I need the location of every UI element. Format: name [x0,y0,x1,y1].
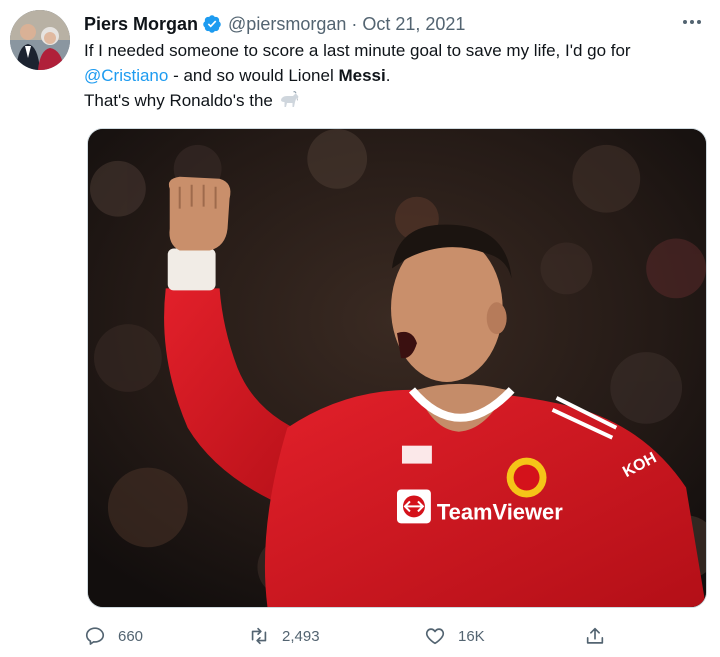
tweet-line-2-mid: - and so would Lionel [168,66,339,85]
tweet-line-2-bold: Messi [338,66,386,85]
retweet-count: 2,493 [282,627,320,645]
tweet-line-2: @Cristiano - and so would Lionel Messi. [84,63,704,88]
tweet-line-2-end: . [385,66,391,85]
heart-icon [425,628,445,645]
tweet-line-1: If I needed someone to score a last minu… [84,41,631,60]
reply-icon [85,627,105,645]
more-options-icon[interactable] [680,12,704,32]
tweet-line-3-text: That's why Ronaldo's the [84,91,278,110]
reply-button[interactable]: 660 [84,621,143,651]
tweet-header: Piers Morgan @piersmorgan · Oct 21, 2021 [84,12,660,36]
share-button[interactable] [584,621,618,651]
reply-count: 660 [118,627,144,645]
jersey-sponsor-text: TeamViewer [437,499,563,524]
tweet-line-3: That's why Ronaldo's the [84,88,704,113]
separator: · [351,13,358,34]
tweet-actions: 660 2,493 16K [84,621,624,651]
retweet-icon [251,627,267,645]
tweet-text: If I needed someone to score a last minu… [84,38,704,113]
avatar[interactable] [10,10,70,70]
like-count: 16K [458,627,485,645]
retweet-button[interactable]: 2,493 [248,621,320,651]
author-handle[interactable]: @piersmorgan [228,14,346,35]
tweet-date[interactable]: Oct 21, 2021 [362,14,465,35]
like-button[interactable]: 16K [424,621,485,651]
tweet[interactable]: Piers Morgan @piersmorgan · Oct 21, 2021… [0,0,720,657]
author-name[interactable]: Piers Morgan [84,14,198,35]
mention-link[interactable]: @Cristiano [84,66,168,85]
tweet-photo[interactable]: TeamViewer KOH [87,128,707,608]
share-icon [586,627,604,644]
goat-icon [278,91,300,109]
verified-badge-icon [202,14,222,34]
